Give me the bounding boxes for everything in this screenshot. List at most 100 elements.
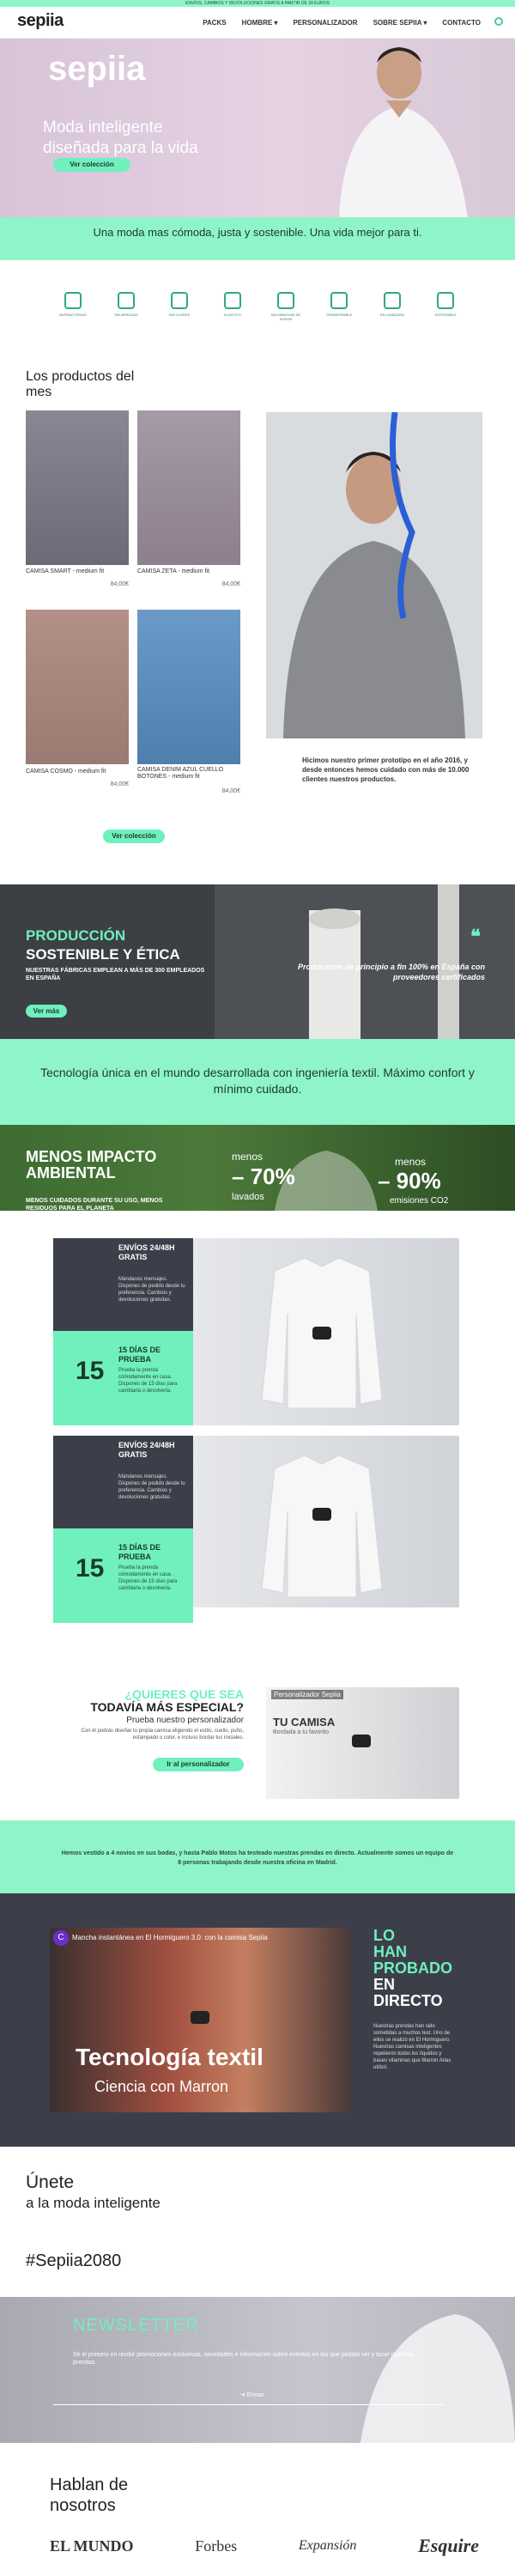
product-image-denim[interactable] xyxy=(137,610,240,764)
card-title: 15 DÍAS DE PRUEBA xyxy=(118,1543,161,1561)
nav-packs[interactable]: PACKS xyxy=(203,19,226,27)
tv-sub: Ciencia con Marron xyxy=(94,2078,229,2095)
logo[interactable]: sepiia xyxy=(17,11,64,31)
channel-avatar: C xyxy=(53,1930,69,1946)
newsletter-person-image xyxy=(360,2314,515,2443)
nav-personalizador[interactable]: PERSONALIZADOR xyxy=(293,19,357,27)
card-title: 15 DÍAS DE PRUEBA xyxy=(118,1346,161,1364)
join-subtitle: a la moda inteligente xyxy=(26,2195,161,2211)
tv-title: Tecnología textil xyxy=(76,2044,264,2070)
product-image-smart[interactable] xyxy=(26,410,129,565)
video-title: Mancha instantánea en El Hormiguero 3.0:… xyxy=(72,1934,268,1941)
feature-transpirable: TRANSPIRABLE xyxy=(319,292,359,321)
feature-sostenible: SOSTENIBLE xyxy=(426,292,465,321)
stat-washes: – 70% xyxy=(232,1163,295,1189)
personalizer-text: Con él podrás diseñar tu propia camisa e… xyxy=(81,1728,244,1741)
shield-icon xyxy=(64,292,82,309)
shirt-icon xyxy=(118,292,135,309)
production-quote: Producimos de principio a fin 100% en Es… xyxy=(297,963,485,981)
press-logo-elmundo: EL MUNDO xyxy=(50,2537,134,2555)
production-cta-button[interactable]: Ver más xyxy=(26,1005,67,1018)
play-icon[interactable] xyxy=(312,1508,331,1521)
live-heading: LO HAN PROBADO xyxy=(373,1927,453,1977)
card-title: ENVÍOS 24/48H GRATIS xyxy=(118,1243,175,1261)
products-title: Los productos del mes xyxy=(26,369,135,399)
hero-cta-button[interactable]: Ver colección xyxy=(53,158,130,172)
video-title: Personalizador Sepiia xyxy=(271,1690,343,1699)
featured-product-image[interactable] xyxy=(266,412,482,738)
nose-icon xyxy=(171,292,188,309)
shirt-image xyxy=(261,1455,383,1597)
newsletter-text: Sé el primero en recibir promociones exc… xyxy=(73,2352,415,2366)
play-icon[interactable] xyxy=(352,1735,371,1747)
newsletter-title: NEWSLETTER xyxy=(73,2316,199,2335)
product-name[interactable]: CAMISA ZETA - medium fit xyxy=(137,568,209,574)
press-logo-forbes: Forbes xyxy=(195,2537,238,2555)
search-icon[interactable] xyxy=(494,17,503,26)
hero-logo: sepiia xyxy=(48,50,146,88)
breeze-icon xyxy=(330,292,348,309)
card-text: Prueba la prenda cómodamente en casa. Di… xyxy=(118,1368,178,1394)
stat-emissions: – 90% xyxy=(378,1168,441,1194)
product-name[interactable]: CAMISA SMART - medium fit xyxy=(26,568,104,574)
newsletter-submit-button[interactable]: ➜ Enviar xyxy=(240,2391,264,2398)
trial-days-number: 15 xyxy=(76,1554,105,1583)
press-title: Hablan de nosotros xyxy=(50,2476,129,2515)
stretch-icon xyxy=(224,292,241,309)
products-cta-button[interactable]: Ver colección xyxy=(103,829,165,843)
tagline: Una moda mas cómoda, justa y sostenible.… xyxy=(93,226,422,239)
video-overlay-text: TU CAMISA xyxy=(273,1716,336,1728)
live-heading2: EN DIRECTO xyxy=(373,1976,443,2009)
join-title: Únete xyxy=(26,2172,75,2192)
card-text: Mándanos mensajes. Dispones de pedido de… xyxy=(118,1277,185,1303)
announcement-text: ENVÍOS, CAMBIOS Y DEVOLUCIONES GRATIS A … xyxy=(185,1,330,6)
nav-sobre[interactable]: SOBRE SEPIIA ▾ xyxy=(373,19,427,27)
press-logos: EL MUNDO Forbes Expansión Esquire xyxy=(50,2535,479,2557)
feature-icons: ANTIBACTERIAS SIN ARRUGAS SIN OLORES ELÁ… xyxy=(53,292,465,321)
leaf-icon xyxy=(437,292,454,309)
nav-contacto[interactable]: CONTACTO xyxy=(442,19,481,27)
card-text: Prueba la prenda cómodamente en casa. Di… xyxy=(118,1565,178,1591)
quote-icon: ❝ xyxy=(470,926,481,947)
product-image-zeta[interactable] xyxy=(137,410,240,565)
stat-label: menos xyxy=(232,1151,264,1163)
impact-text: MENOS CUIDADOS DURANTE SU USO, MENOS RES… xyxy=(26,1198,163,1212)
product-name[interactable]: CAMISA DENIM AZUL CUELLO BOTONES - mediu… xyxy=(137,767,232,781)
stat-unit: lavados xyxy=(232,1192,264,1202)
hero-title: Moda inteligente diseñada para la vida xyxy=(43,118,198,157)
product-name[interactable]: CAMISA COSMO - medium fit xyxy=(26,769,106,775)
personalizer-title2: TODAVÍA MÁS ESPECIAL? xyxy=(90,1700,244,1714)
nav-hombre[interactable]: HOMBRE ▾ xyxy=(242,19,278,27)
feature-sin-manchas: SIN MANCHAS DE SUDOR xyxy=(266,292,306,321)
newsletter-email-input[interactable] xyxy=(53,2404,444,2405)
product-price: 84,00€ xyxy=(110,581,129,587)
tech-text: Tecnología única en el mundo desarrollad… xyxy=(40,1066,475,1096)
hero-person-image xyxy=(339,47,468,219)
feature-antibacterias: ANTIBACTERIAS xyxy=(53,292,93,321)
trial-days-number: 15 xyxy=(76,1357,105,1385)
play-icon[interactable] xyxy=(191,2011,209,2024)
product-image-cosmo[interactable] xyxy=(26,610,129,764)
production-text: NUESTRAS FÁBRICAS EMPLEAN A MÁS DE 300 E… xyxy=(26,968,205,981)
washer-icon xyxy=(384,292,401,309)
play-icon[interactable] xyxy=(312,1327,331,1340)
production-heading: PRODUCCIÓN xyxy=(26,927,126,944)
press-logo-expansion: Expansión xyxy=(298,2538,357,2553)
personalizer-sub: Prueba nuestro personalizador xyxy=(126,1716,244,1725)
feature-sin-arrugas: SIN ARRUGAS xyxy=(106,292,146,321)
product-price: 84,00€ xyxy=(110,781,129,787)
press-logo-esquire: Esquire xyxy=(418,2535,479,2556)
product-price: 84,00€ xyxy=(221,788,240,794)
impact-heading: MENOS IMPACTO AMBIENTAL xyxy=(26,1148,157,1182)
card-text: Mándanos mensajes. Dispones de pedido de… xyxy=(118,1474,185,1500)
stat-label: menos xyxy=(395,1156,427,1168)
card-title: ENVÍOS 24/48H GRATIS xyxy=(118,1441,175,1459)
production-subheading: SOSTENIBLE Y ÉTICA xyxy=(26,946,180,963)
hashtag[interactable]: #Sepiia2080 xyxy=(26,2251,121,2271)
feature-lavadora: EN LAVADORA xyxy=(373,292,412,321)
splash-icon xyxy=(277,292,294,309)
personalizer-cta-button[interactable]: Ir al personalizador xyxy=(153,1758,244,1771)
live-text: Nuestras prendas han sido sometidas a mu… xyxy=(373,2024,451,2070)
announcement-bar: ENVÍOS, CAMBIOS Y DEVOLUCIONES GRATIS A … xyxy=(0,0,515,7)
products-note: Hicimos nuestro primer prototipo en el a… xyxy=(302,756,470,783)
